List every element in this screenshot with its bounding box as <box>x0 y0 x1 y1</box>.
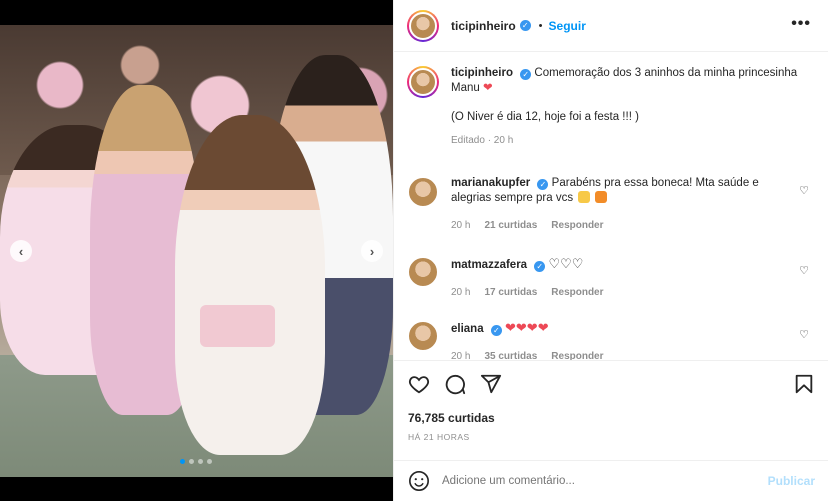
comment-item: eliana ✓ ❤❤❤❤ 20 h 35 curtidas Responder… <box>407 320 817 360</box>
like-icon[interactable] <box>408 373 430 395</box>
heart-outline-emojis: ♡♡♡ <box>548 256 584 271</box>
publish-button[interactable]: Publicar <box>768 474 815 488</box>
comment-likes[interactable]: 17 curtidas <box>484 285 537 300</box>
carousel-dot <box>198 459 203 464</box>
comment-like-icon[interactable]: ♡ <box>799 264 809 277</box>
commenter-avatar[interactable] <box>407 256 439 288</box>
verified-icon: ✓ <box>534 261 546 272</box>
carousel-prev-button[interactable]: ‹ <box>10 240 32 262</box>
likes-count[interactable]: 76,785 curtidas <box>408 411 495 425</box>
comment-icon[interactable] <box>444 373 466 395</box>
red-heart-emojis: ❤❤❤❤ <box>505 320 549 335</box>
caption-username[interactable]: ticipinheiro <box>451 67 513 79</box>
more-icon[interactable]: ••• <box>791 15 811 33</box>
post-header: ticipinheiro ✓ • Seguir ••• <box>394 0 828 52</box>
comment-time: 20 h <box>451 220 471 231</box>
comment-like-icon[interactable]: ♡ <box>799 328 809 341</box>
gift-emoji <box>595 191 608 203</box>
heart-emoji: ❤ <box>482 82 493 94</box>
carousel-dot <box>207 459 212 464</box>
comment-like-icon[interactable]: ♡ <box>799 184 809 197</box>
share-icon[interactable] <box>480 373 502 395</box>
author-username[interactable]: ticipinheiro <box>451 19 516 33</box>
carousel-dot <box>189 459 194 464</box>
comment-item: matmazzafera ✓ ♡♡♡ 20 h 17 curtidas Resp… <box>407 256 817 300</box>
post-photo[interactable] <box>0 25 393 477</box>
comment-likes[interactable]: 21 curtidas <box>484 218 537 233</box>
comment-time: 20 h <box>451 351 471 360</box>
person-teen-girl <box>175 115 325 455</box>
comments-list[interactable]: ticipinheiro ✓ Comemoração dos 3 aninhos… <box>394 52 828 360</box>
comment-item: marianakupfer ✓ Parabéns pra essa boneca… <box>407 176 817 233</box>
comment-username[interactable]: matmazzafera <box>451 259 527 271</box>
comment-likes[interactable]: 35 curtidas <box>484 349 537 360</box>
post-media: ‹ › <box>0 0 393 501</box>
separator-dot: • <box>538 19 543 32</box>
smiling-face-emoji <box>578 191 591 203</box>
author-avatar[interactable] <box>407 9 439 42</box>
verified-icon: ✓ <box>537 179 549 190</box>
verified-icon: ✓ <box>520 69 532 80</box>
comment-composer: Publicar <box>394 460 828 501</box>
reply-button[interactable]: Responder <box>551 349 603 360</box>
caption-avatar[interactable] <box>407 66 439 98</box>
bookmark-icon[interactable] <box>793 373 815 395</box>
emoji-icon[interactable] <box>408 470 430 492</box>
comment-username[interactable]: marianakupfer <box>451 177 530 189</box>
carousel-next-button[interactable]: › <box>361 240 383 262</box>
post-caption: ticipinheiro ✓ Comemoração dos 3 aninhos… <box>407 66 817 148</box>
instagram-post: ‹ › ticipinheiro ✓ • Seguir ••• ticipinh… <box>0 0 828 501</box>
follow-button[interactable]: Seguir <box>549 19 586 33</box>
caption-meta: Editado · 20 h <box>451 135 514 146</box>
post-side-panel: ticipinheiro ✓ • Seguir ••• ticipinheiro… <box>393 0 828 501</box>
commenter-avatar[interactable] <box>407 320 439 352</box>
verified-icon: ✓ <box>519 20 531 31</box>
post-actions: 76,785 curtidas HÁ 21 HORAS <box>394 360 828 460</box>
comment-time: 20 h <box>451 287 471 298</box>
verified-icon: ✓ <box>490 325 502 336</box>
carousel-dot <box>180 459 185 464</box>
commenter-avatar[interactable] <box>407 176 439 208</box>
comment-username[interactable]: eliana <box>451 323 484 335</box>
pink-purse <box>200 305 275 347</box>
carousel-indicator <box>180 459 212 464</box>
reply-button[interactable]: Responder <box>551 218 603 233</box>
comment-input[interactable] <box>442 475 752 487</box>
post-time-ago[interactable]: HÁ 21 HORAS <box>408 432 470 442</box>
caption-text-2: (O Niver é dia 12, hoje foi a festa !!! … <box>451 111 639 123</box>
reply-button[interactable]: Responder <box>551 285 603 300</box>
